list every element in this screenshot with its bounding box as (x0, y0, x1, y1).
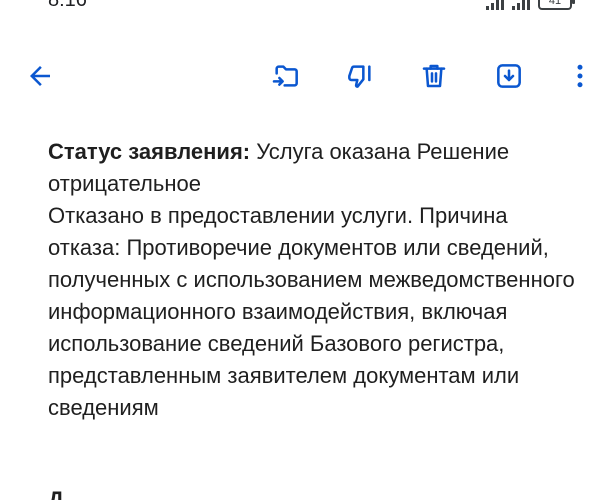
status-icons: 41 (486, 0, 575, 10)
report-spam-icon (348, 65, 371, 88)
back-arrow-icon (30, 66, 50, 86)
status-paragraph: Статус заявления: Услуга оказана Решение… (48, 136, 578, 200)
email-screen: 8:16 41 Статус заявления: Услуга оказана… (0, 0, 612, 500)
back-button[interactable] (18, 50, 62, 102)
status-label: Статус заявления: (48, 139, 251, 164)
next-line-partial: Д (48, 487, 64, 500)
signal-icon (512, 0, 530, 10)
delete-icon (422, 64, 446, 88)
battery-icon: 41 (538, 0, 575, 10)
signal-icon (486, 0, 504, 10)
status-time: 8:16 (48, 0, 87, 11)
more-options-button[interactable] (560, 50, 600, 102)
archive-button[interactable] (487, 50, 531, 102)
message-body: Статус заявления: Услуга оказана Решение… (48, 136, 578, 424)
message-text: Отказано в предоставлении услуги. Причин… (48, 203, 575, 420)
move-to-button[interactable] (264, 50, 308, 102)
archive-icon (497, 64, 521, 88)
more-vert-icon (577, 64, 583, 88)
top-app-bar (0, 50, 612, 102)
move-to-folder-icon (272, 65, 298, 87)
delete-button[interactable] (412, 50, 456, 102)
report-spam-button[interactable] (338, 50, 382, 102)
status-bar: 8:16 41 (0, 0, 612, 14)
